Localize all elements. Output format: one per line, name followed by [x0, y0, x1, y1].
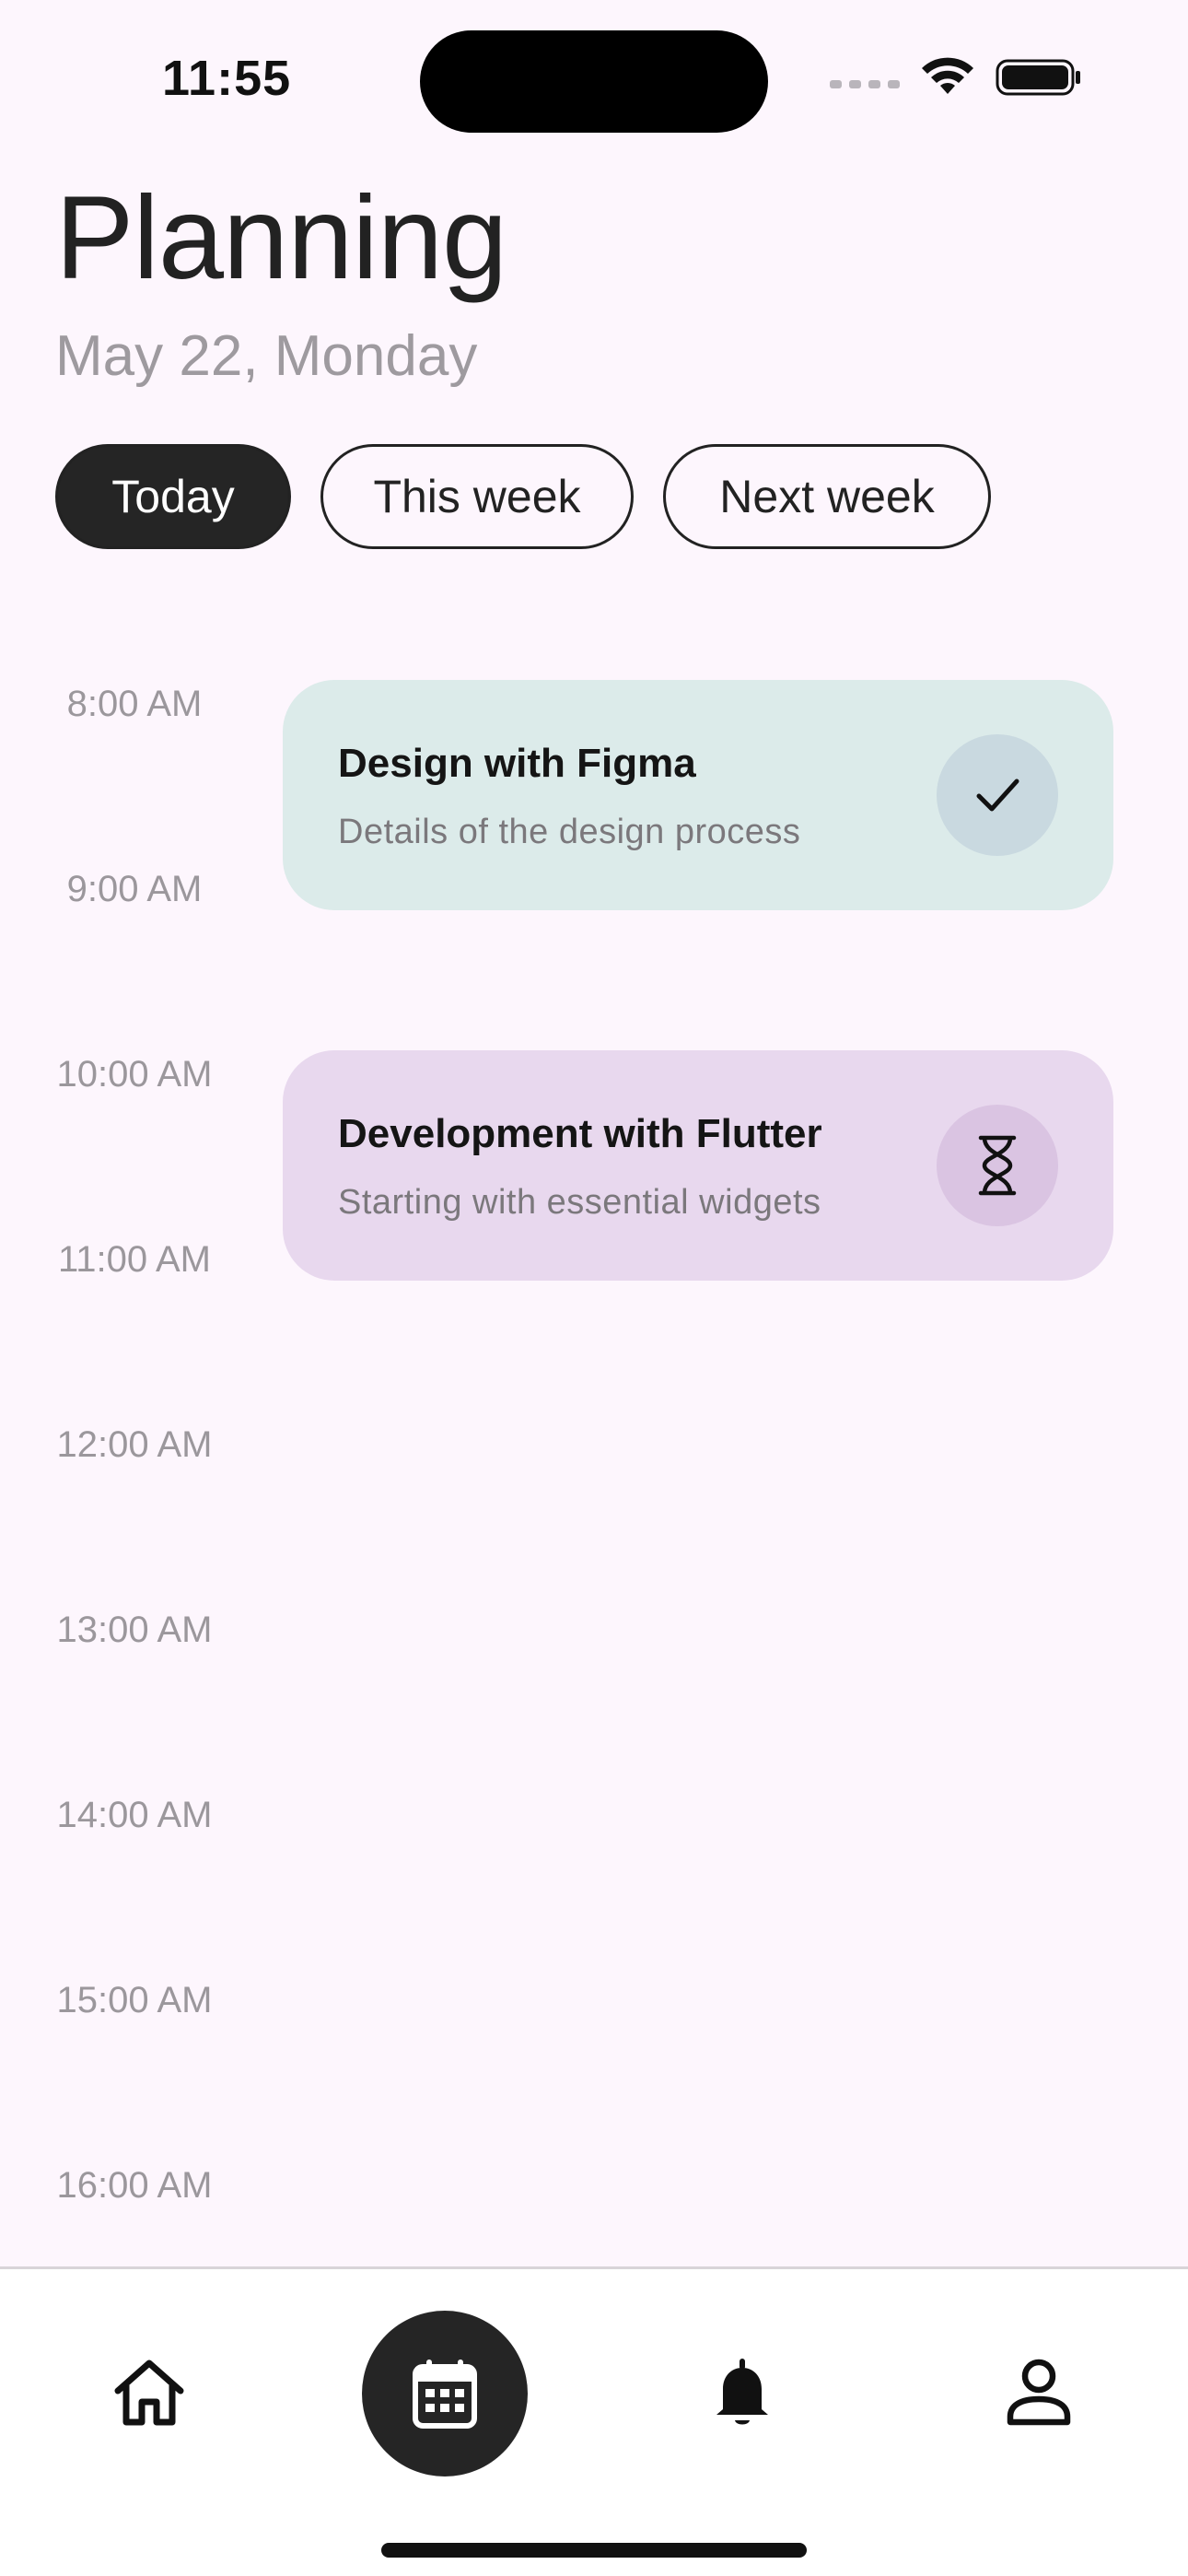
nav-profile-button[interactable]: [1000, 2354, 1077, 2431]
time-label: 15:00 AM: [56, 1980, 213, 2020]
battery-icon: [996, 59, 1080, 96]
filter-chips: Today This week Next week: [55, 444, 991, 549]
time-label: 9:00 AM: [66, 869, 203, 909]
home-icon: [114, 2359, 184, 2426]
event-card[interactable]: Development with Flutter Starting with e…: [283, 1050, 1113, 1281]
status-time: 11:55: [162, 51, 292, 106]
calendar-icon: [413, 2359, 477, 2429]
filter-today-button[interactable]: Today: [55, 444, 291, 549]
hourglass-icon: [978, 1135, 1017, 1196]
dynamic-island: [420, 30, 768, 133]
time-label: 16:00 AM: [56, 2165, 213, 2206]
event-card[interactable]: Design with Figma Details of the design …: [283, 680, 1113, 910]
bottom-nav: [0, 2266, 1188, 2576]
time-label: 13:00 AM: [56, 1610, 213, 1650]
time-label: 10:00 AM: [56, 1054, 213, 1095]
bell-icon: [716, 2359, 768, 2425]
time-label: 8:00 AM: [66, 684, 203, 724]
profile-icon: [1007, 2359, 1071, 2426]
time-label: 12:00 AM: [56, 1424, 213, 1465]
wifi-icon: [922, 57, 973, 94]
filter-next-week-button[interactable]: Next week: [663, 444, 991, 549]
event-status-button[interactable]: [937, 1105, 1058, 1226]
cellular-signal-icon: [830, 79, 900, 88]
event-status-button[interactable]: [937, 734, 1058, 856]
time-label: 11:00 AM: [57, 1239, 212, 1280]
event-description: Details of the design process: [338, 813, 801, 851]
filter-this-week-button[interactable]: This week: [320, 444, 634, 549]
time-label: 14:00 AM: [56, 1795, 213, 1835]
status-bar: 11:55: [0, 0, 1188, 157]
event-title: Design with Figma: [338, 741, 696, 786]
page-title: Planning: [55, 172, 507, 304]
check-icon: [976, 779, 1019, 812]
page-date: May 22, Monday: [55, 324, 478, 388]
status-icons: [830, 57, 1082, 98]
nav-calendar-button[interactable]: [362, 2311, 528, 2476]
home-indicator: [381, 2543, 807, 2558]
nav-notifications-button[interactable]: [704, 2354, 781, 2431]
event-description: Starting with essential widgets: [338, 1183, 821, 1222]
nav-home-button[interactable]: [111, 2354, 188, 2431]
event-title: Development with Flutter: [338, 1111, 822, 1156]
